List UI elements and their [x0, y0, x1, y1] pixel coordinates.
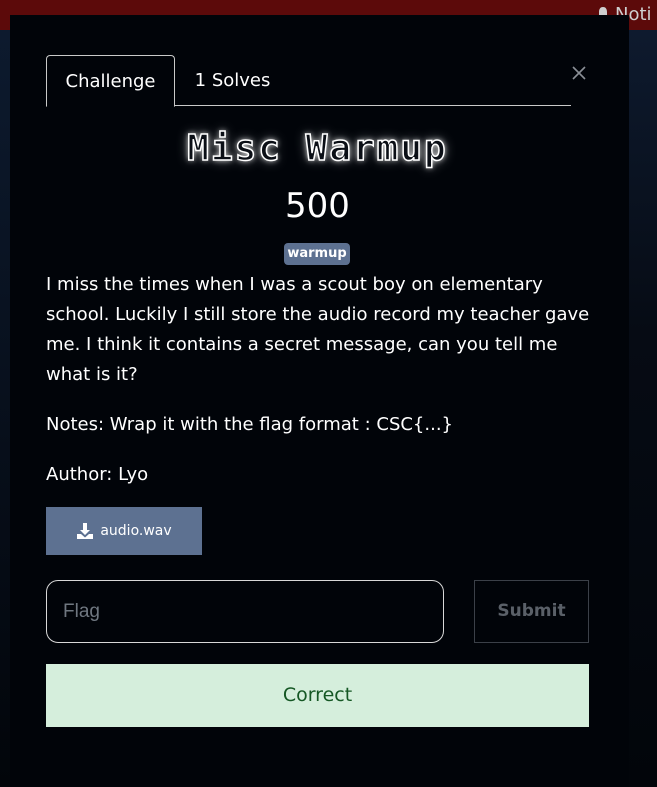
challenge-tag: warmup — [284, 243, 350, 265]
challenge-title: Misc Warmup — [187, 127, 448, 170]
description-paragraph: I miss the times when I was a scout boy … — [46, 274, 590, 385]
close-icon[interactable] — [570, 64, 588, 82]
download-icon — [77, 523, 94, 539]
notes-paragraph: Notes: Wrap it with the flag format : CS… — [46, 414, 454, 435]
tab-solves[interactable]: 1 Solves — [175, 55, 290, 106]
modal-tabs: Challenge 1 Solves — [46, 55, 571, 107]
challenge-value: 500 — [285, 186, 350, 226]
challenge-description: I miss the times when I was a scout boy … — [46, 270, 591, 510]
download-file-label: audio.wav — [100, 523, 172, 539]
result-alert: Correct — [46, 664, 589, 727]
flag-input[interactable] — [46, 580, 444, 643]
tab-challenge[interactable]: Challenge — [46, 55, 175, 107]
submit-button[interactable]: Submit — [474, 580, 589, 643]
author-paragraph: Author: Lyo — [46, 464, 149, 485]
download-file-button[interactable]: audio.wav — [46, 507, 202, 555]
